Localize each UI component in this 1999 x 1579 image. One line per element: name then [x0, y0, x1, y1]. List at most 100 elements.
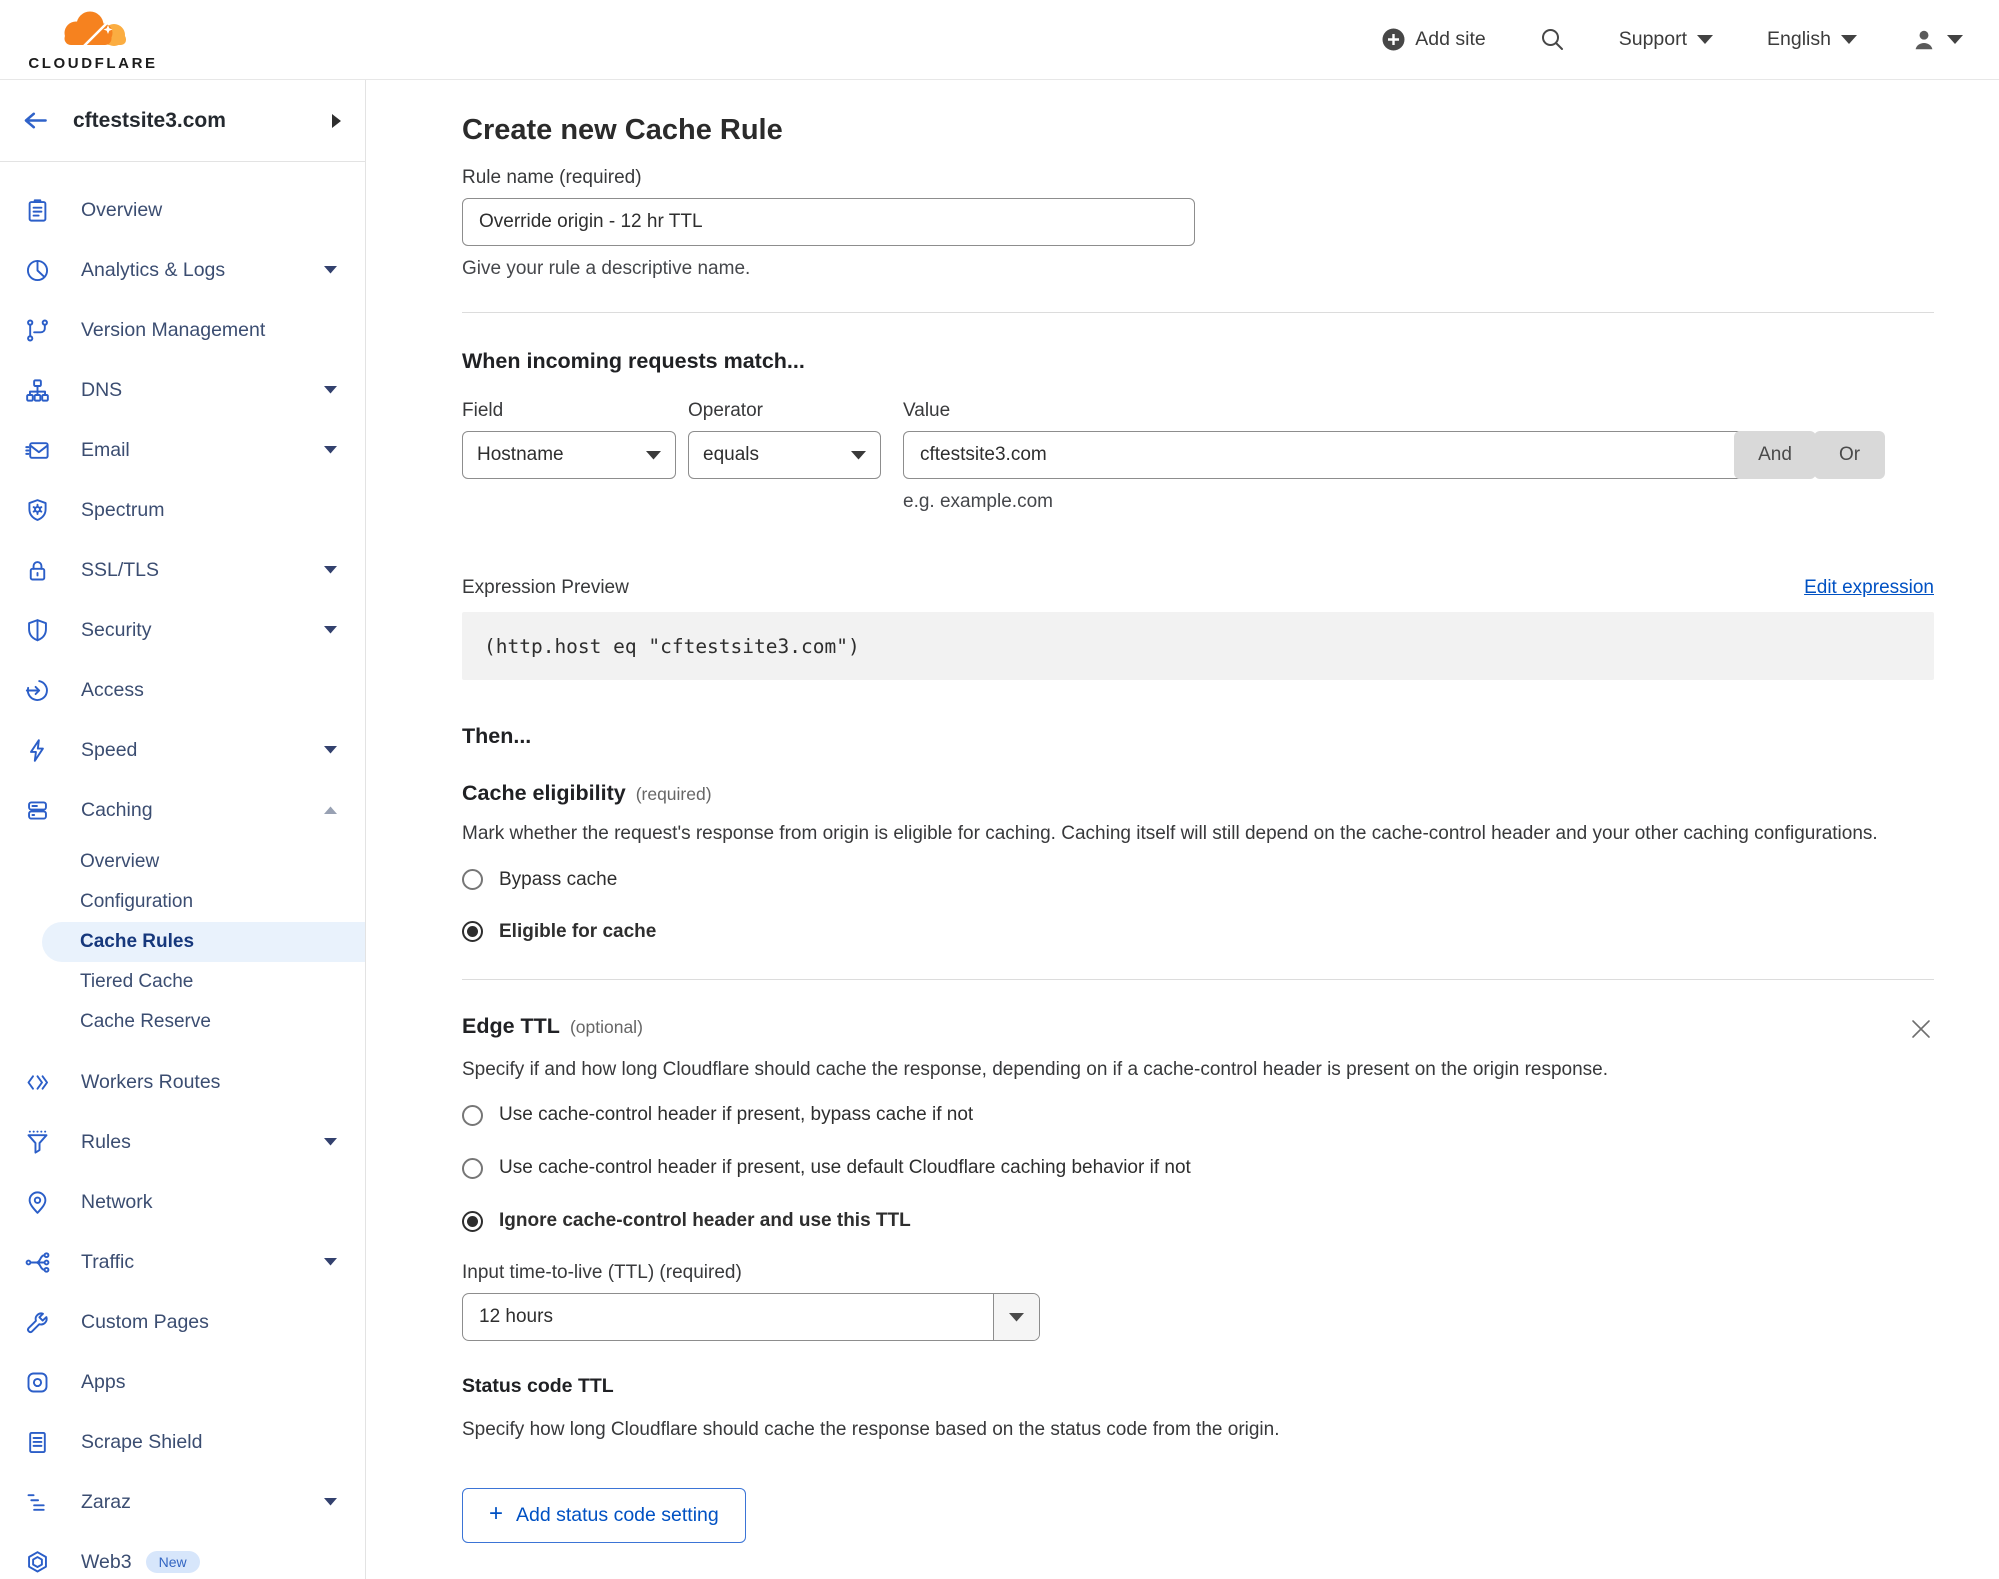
- site-switcher-button[interactable]: [332, 113, 341, 128]
- radio-button[interactable]: [462, 1157, 483, 1179]
- sidebar-item-speed[interactable]: Speed: [0, 720, 365, 780]
- rule-name-input[interactable]: [462, 198, 1195, 246]
- chevron-down-icon: [324, 266, 337, 274]
- back-button[interactable]: [22, 107, 49, 134]
- match-heading: When incoming requests match...: [462, 349, 805, 373]
- sidebar-subitem-cache-reserve[interactable]: Cache Reserve: [0, 1002, 365, 1042]
- expression-preview-label: Expression Preview: [462, 577, 629, 598]
- sidebar-item-label: Overview: [81, 198, 163, 221]
- radio-button[interactable]: [462, 1104, 483, 1126]
- account-menu[interactable]: [1911, 27, 1963, 53]
- field-label: Field: [462, 400, 504, 421]
- sidebar-item-label: Rules: [81, 1130, 131, 1153]
- caching-icon: [24, 797, 51, 824]
- sidebar-item-traffic[interactable]: Traffic: [0, 1232, 365, 1292]
- sidebar-item-caching[interactable]: Caching: [0, 780, 365, 840]
- edge-ttl-options: Use cache-control header if present, byp…: [462, 1104, 1934, 1232]
- radio-label: Eligible for cache: [499, 920, 657, 942]
- sidebar-item-label: Zaraz: [81, 1490, 131, 1513]
- sidebar-item-label: SSL/TLS: [81, 558, 160, 581]
- language-menu[interactable]: English: [1767, 28, 1857, 51]
- add-site-button[interactable]: Add site: [1382, 28, 1486, 51]
- expression-code: (http.host eq "cftestsite3.com"): [462, 612, 1934, 680]
- sidebar-item-rules[interactable]: Rules: [0, 1112, 365, 1172]
- sidebar-item-custom-pages[interactable]: Custom Pages: [0, 1292, 365, 1352]
- radio-label: Bypass cache: [499, 868, 618, 890]
- sidebar-item-spectrum[interactable]: Spectrum: [0, 480, 365, 540]
- search-icon: [1541, 29, 1563, 50]
- sidebar-subitem-configuration[interactable]: Configuration: [0, 882, 365, 922]
- value-input[interactable]: [903, 431, 1743, 479]
- access-icon: [24, 677, 51, 704]
- plus-icon: +: [489, 1500, 504, 1528]
- plus-circle-icon: [1382, 28, 1405, 51]
- sidebar-item-zaraz[interactable]: Zaraz: [0, 1472, 365, 1532]
- sidebar-item-security[interactable]: Security: [0, 600, 365, 660]
- edge-ttl-option-use-cache-control-header-if-present-use-[interactable]: Use cache-control header if present, use…: [462, 1157, 1934, 1179]
- chevron-up-icon: [324, 806, 337, 814]
- chevron-right-icon: [332, 113, 341, 128]
- ttl-select[interactable]: 12 hours: [462, 1293, 1040, 1342]
- sidebar-item-apps[interactable]: Apps: [0, 1352, 365, 1412]
- sidebar-item-dns[interactable]: DNS: [0, 360, 365, 420]
- sidebar-item-label: Web3: [81, 1550, 132, 1573]
- site-header: cftestsite3.com: [0, 80, 365, 162]
- security-icon: [24, 617, 51, 644]
- chevron-down-icon: [324, 746, 337, 754]
- spectrum-icon: [24, 497, 51, 524]
- ssl-tls-icon: [24, 557, 51, 584]
- radio-label: Use cache-control header if present, byp…: [499, 1104, 974, 1126]
- sidebar-item-label: Traffic: [81, 1250, 135, 1273]
- edge-ttl-option-ignore-cache-control-header-and-use-this[interactable]: Ignore cache-control header and use this…: [462, 1210, 1934, 1232]
- edge-ttl-description: Specify if and how long Cloudflare shoul…: [462, 1058, 1609, 1080]
- cache-eligibility-option-bypass-cache[interactable]: Bypass cache: [462, 869, 1934, 891]
- operator-label: Operator: [688, 400, 763, 421]
- apps-icon: [24, 1369, 51, 1396]
- sidebar-item-access[interactable]: Access: [0, 660, 365, 720]
- topbar-actions: Add site Support English: [1382, 27, 1999, 53]
- cloudflare-dashboard: CLOUDFLARE Add site Support English cfte…: [0, 0, 1999, 1579]
- chevron-down-icon: [324, 566, 337, 574]
- support-menu[interactable]: Support: [1619, 28, 1714, 51]
- close-icon[interactable]: [1908, 1016, 1934, 1042]
- operator-select[interactable]: equals: [688, 431, 881, 479]
- radio-button[interactable]: [462, 921, 483, 943]
- sidebar-subitem-tiered-cache[interactable]: Tiered Cache: [0, 962, 365, 1002]
- user-icon: [1915, 30, 1933, 49]
- field-select[interactable]: Hostname: [462, 431, 676, 479]
- sidebar-item-label: DNS: [81, 378, 123, 401]
- radio-button[interactable]: [462, 1210, 483, 1232]
- search-button[interactable]: [1540, 27, 1565, 52]
- sidebar-item-label: Speed: [81, 738, 138, 761]
- sidebar-item-analytics-logs[interactable]: Analytics & Logs: [0, 240, 365, 300]
- add-status-code-setting-button[interactable]: + Add status code setting: [462, 1487, 746, 1543]
- and-button[interactable]: And: [1734, 431, 1816, 479]
- sidebar-item-label: Email: [81, 438, 130, 461]
- chevron-down-icon: [324, 446, 337, 454]
- sidebar-item-email[interactable]: Email: [0, 420, 365, 480]
- sidebar-subitem-cache-rules[interactable]: Cache Rules: [42, 922, 365, 962]
- sidebar-subitem-overview[interactable]: Overview: [0, 842, 365, 882]
- sidebar-item-scrape-shield[interactable]: Scrape Shield: [0, 1412, 365, 1472]
- sidebar-item-version-management[interactable]: Version Management: [0, 300, 365, 360]
- expression-preview-row: Expression Preview Edit expression: [462, 577, 1934, 599]
- or-button[interactable]: Or: [1814, 431, 1885, 479]
- chevron-down-icon: [1841, 34, 1857, 45]
- dns-icon: [24, 377, 51, 404]
- page-title: Create new Cache Rule: [462, 114, 783, 146]
- sidebar-item-network[interactable]: Network: [0, 1172, 365, 1232]
- cache-eligibility-option-eligible-for-cache[interactable]: Eligible for cache: [462, 921, 1934, 943]
- edge-ttl-option-use-cache-control-header-if-present-bypa[interactable]: Use cache-control header if present, byp…: [462, 1104, 1934, 1126]
- sidebar-item-label: Version Management: [81, 318, 266, 341]
- chevron-down-icon: [324, 386, 337, 394]
- sidebar-subnav-caching: Overview Configuration Cache Rules Tiered C…: [0, 842, 365, 1042]
- edit-expression-link[interactable]: Edit expression: [1804, 577, 1934, 599]
- sidebar-item-ssl-tls[interactable]: SSL/TLS: [0, 540, 365, 600]
- cloudflare-logo[interactable]: CLOUDFLARE: [18, 8, 168, 72]
- sidebar-item-label: Analytics & Logs: [81, 258, 226, 281]
- radio-button[interactable]: [462, 869, 483, 891]
- email-icon: [24, 437, 51, 464]
- sidebar-item-overview[interactable]: Overview: [0, 180, 365, 240]
- sidebar-item-workers-routes[interactable]: Workers Routes: [0, 1052, 365, 1112]
- sidebar-item-web3[interactable]: Web3 New: [0, 1532, 365, 1579]
